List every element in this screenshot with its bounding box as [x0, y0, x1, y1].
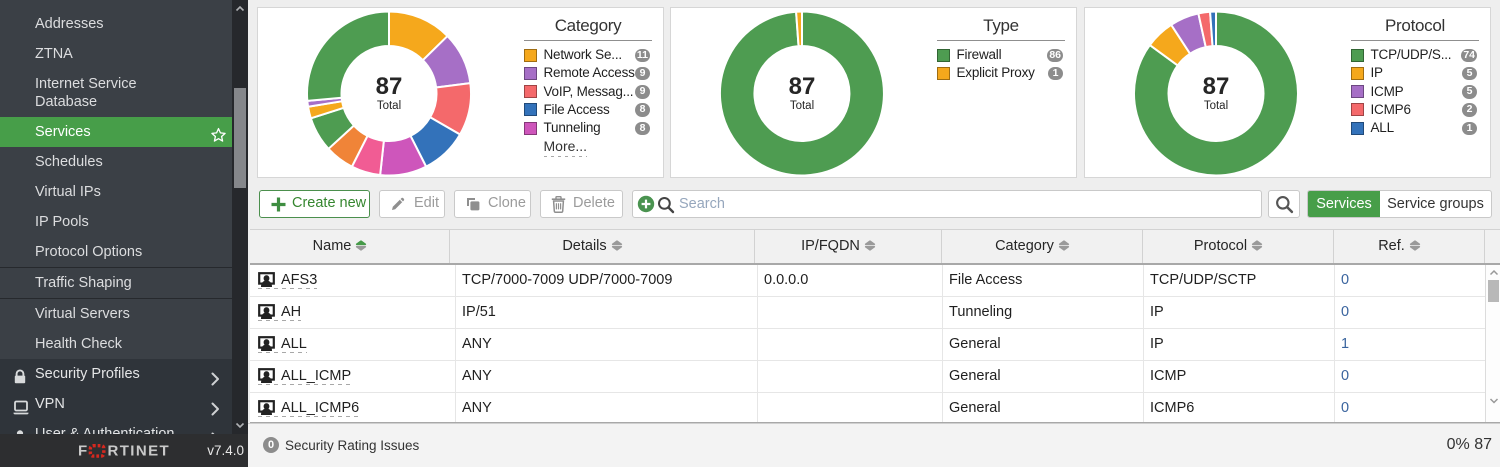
svg-text:RTINET: RTINET — [108, 443, 171, 458]
svg-text:F: F — [78, 443, 87, 458]
